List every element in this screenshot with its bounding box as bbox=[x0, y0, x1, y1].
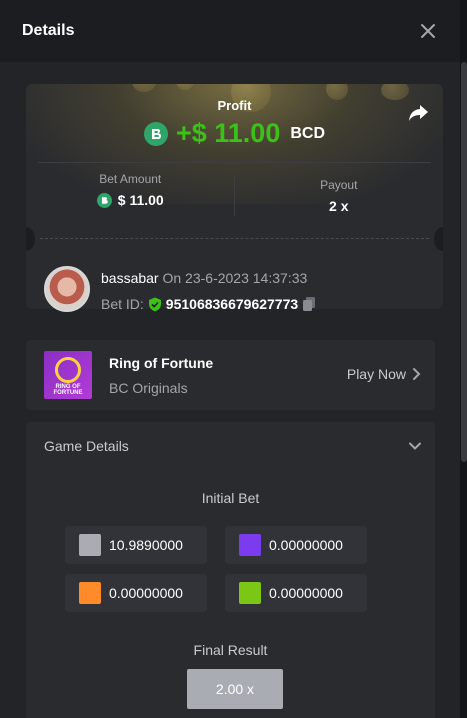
green-swatch bbox=[239, 582, 261, 604]
chevron-down-icon bbox=[409, 442, 421, 450]
chevron-right-icon bbox=[413, 368, 421, 380]
close-button[interactable] bbox=[418, 21, 438, 41]
game-thumbnail: RING OF FORTUNE bbox=[44, 351, 92, 399]
game-details-panel: Game Details Initial Bet 10.9890000 0.00… bbox=[26, 422, 435, 718]
ticket-notch bbox=[434, 227, 443, 251]
profit-label: Profit bbox=[217, 98, 252, 113]
bc-coin-icon bbox=[96, 192, 112, 208]
collapse-button[interactable] bbox=[407, 438, 423, 454]
bet-box-purple: 0.00000000 bbox=[225, 526, 367, 564]
dashed-divider bbox=[40, 238, 429, 239]
bet-amount-row: $ 11.00 bbox=[26, 192, 235, 208]
profit-amount: +$ 11.00 bbox=[175, 118, 281, 148]
bet-amount-value: $ 11.00 bbox=[117, 192, 164, 208]
bc-coin-icon bbox=[143, 121, 168, 146]
scrollbar[interactable] bbox=[461, 62, 467, 462]
bet-amount-label: Bet Amount bbox=[99, 172, 162, 186]
ring-icon bbox=[55, 357, 81, 383]
game-card[interactable]: RING OF FORTUNE Ring of Fortune BC Origi… bbox=[26, 340, 435, 410]
game-details-title[interactable]: Game Details bbox=[44, 438, 129, 454]
bet-value: 0.00000000 bbox=[269, 585, 343, 601]
bet-id-row: Bet ID: 95106836679627773 bbox=[101, 296, 316, 312]
bet-id-value: 95106836679627773 bbox=[165, 296, 299, 312]
payout-stat: Payout 2 x bbox=[235, 170, 444, 218]
grey-swatch bbox=[79, 534, 101, 556]
bet-timestamp: On 23-6-2023 14:37:33 bbox=[162, 270, 308, 286]
purple-swatch bbox=[239, 534, 261, 556]
user-line: bassabar On 23-6-2023 14:37:33 bbox=[101, 270, 307, 286]
bet-box-grey: 10.9890000 bbox=[65, 526, 207, 564]
bet-value: 0.00000000 bbox=[269, 537, 343, 553]
thumbnail-text: RING OF FORTUNE bbox=[53, 384, 83, 396]
share-icon bbox=[409, 105, 428, 121]
play-now-label: Play Now bbox=[346, 366, 406, 382]
details-modal: Details Profit +$ 11.00 BCD Bet Amount $… bbox=[0, 0, 460, 718]
play-now-button[interactable]: Play Now bbox=[347, 366, 421, 382]
avatar[interactable] bbox=[44, 266, 90, 312]
modal-title: Details bbox=[22, 22, 75, 39]
bet-value: 10.9890000 bbox=[109, 537, 183, 553]
bet-id-label: Bet ID: bbox=[101, 296, 144, 312]
close-icon bbox=[421, 24, 435, 38]
bet-box-orange: 0.00000000 bbox=[65, 574, 207, 612]
game-name: Ring of Fortune bbox=[109, 355, 214, 371]
copy-icon[interactable] bbox=[302, 296, 316, 312]
final-result-value: 2.00 x bbox=[187, 669, 283, 709]
bet-box-green: 0.00000000 bbox=[225, 574, 367, 612]
bet-value: 0.00000000 bbox=[109, 585, 183, 601]
modal-body: Profit +$ 11.00 BCD Bet Amount $ 11.00 P… bbox=[8, 62, 452, 718]
ticket-notch bbox=[26, 227, 35, 251]
initial-bet-label: Initial Bet bbox=[201, 490, 260, 506]
share-button[interactable] bbox=[407, 102, 431, 126]
orange-swatch bbox=[79, 582, 101, 604]
final-result-label: Final Result bbox=[193, 642, 268, 658]
bet-amount-stat: Bet Amount $ 11.00 bbox=[26, 170, 235, 218]
verified-shield-icon bbox=[148, 297, 161, 311]
divider bbox=[38, 162, 431, 163]
modal-header: Details bbox=[0, 0, 460, 62]
payout-label: Payout bbox=[320, 178, 358, 192]
profit-currency: BCD bbox=[290, 124, 326, 142]
game-provider: BC Originals bbox=[109, 380, 188, 396]
divider bbox=[234, 176, 235, 216]
payout-value: 2 x bbox=[329, 198, 349, 214]
profit-row: +$ 11.00 BCD bbox=[26, 118, 443, 149]
username[interactable]: bassabar bbox=[101, 270, 159, 286]
